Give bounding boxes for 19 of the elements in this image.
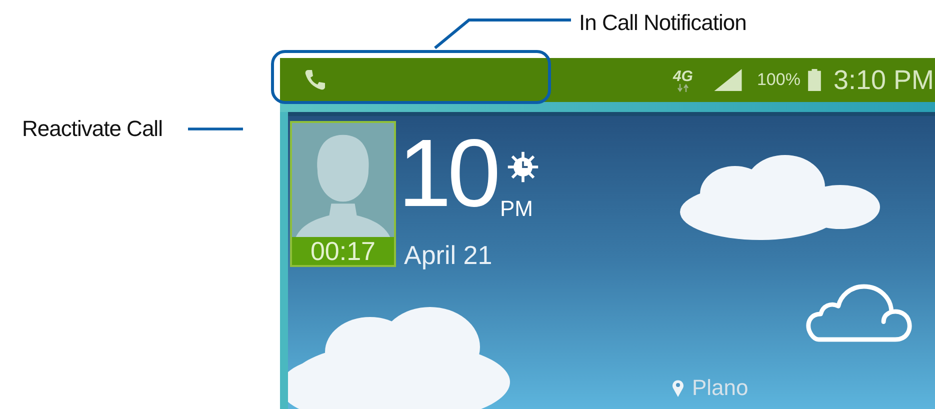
battery-icon <box>808 69 822 91</box>
cloud-icon <box>805 282 913 344</box>
call-thumbnail[interactable]: 00:17 <box>290 121 396 267</box>
sun-clock-icon <box>506 150 540 184</box>
callout-label: In Call Notification <box>579 10 746 36</box>
clock-date: April 21 <box>404 240 492 271</box>
call-duration: 00:17 <box>292 237 394 265</box>
data-arrows-icon <box>676 84 689 92</box>
battery-percent: 100% <box>756 70 800 90</box>
signal-icon <box>712 69 743 91</box>
clock-period: PM <box>500 196 533 222</box>
location-pin-icon <box>672 379 684 397</box>
status-time: 3:10 PM <box>833 64 935 96</box>
weather-location: Plano <box>692 375 748 401</box>
callout-label: Reactivate Call <box>22 116 162 142</box>
phone-icon <box>303 68 327 92</box>
clock-time: 10 <box>398 126 497 222</box>
leader-line <box>188 127 244 131</box>
network-label: 4G <box>672 68 693 84</box>
